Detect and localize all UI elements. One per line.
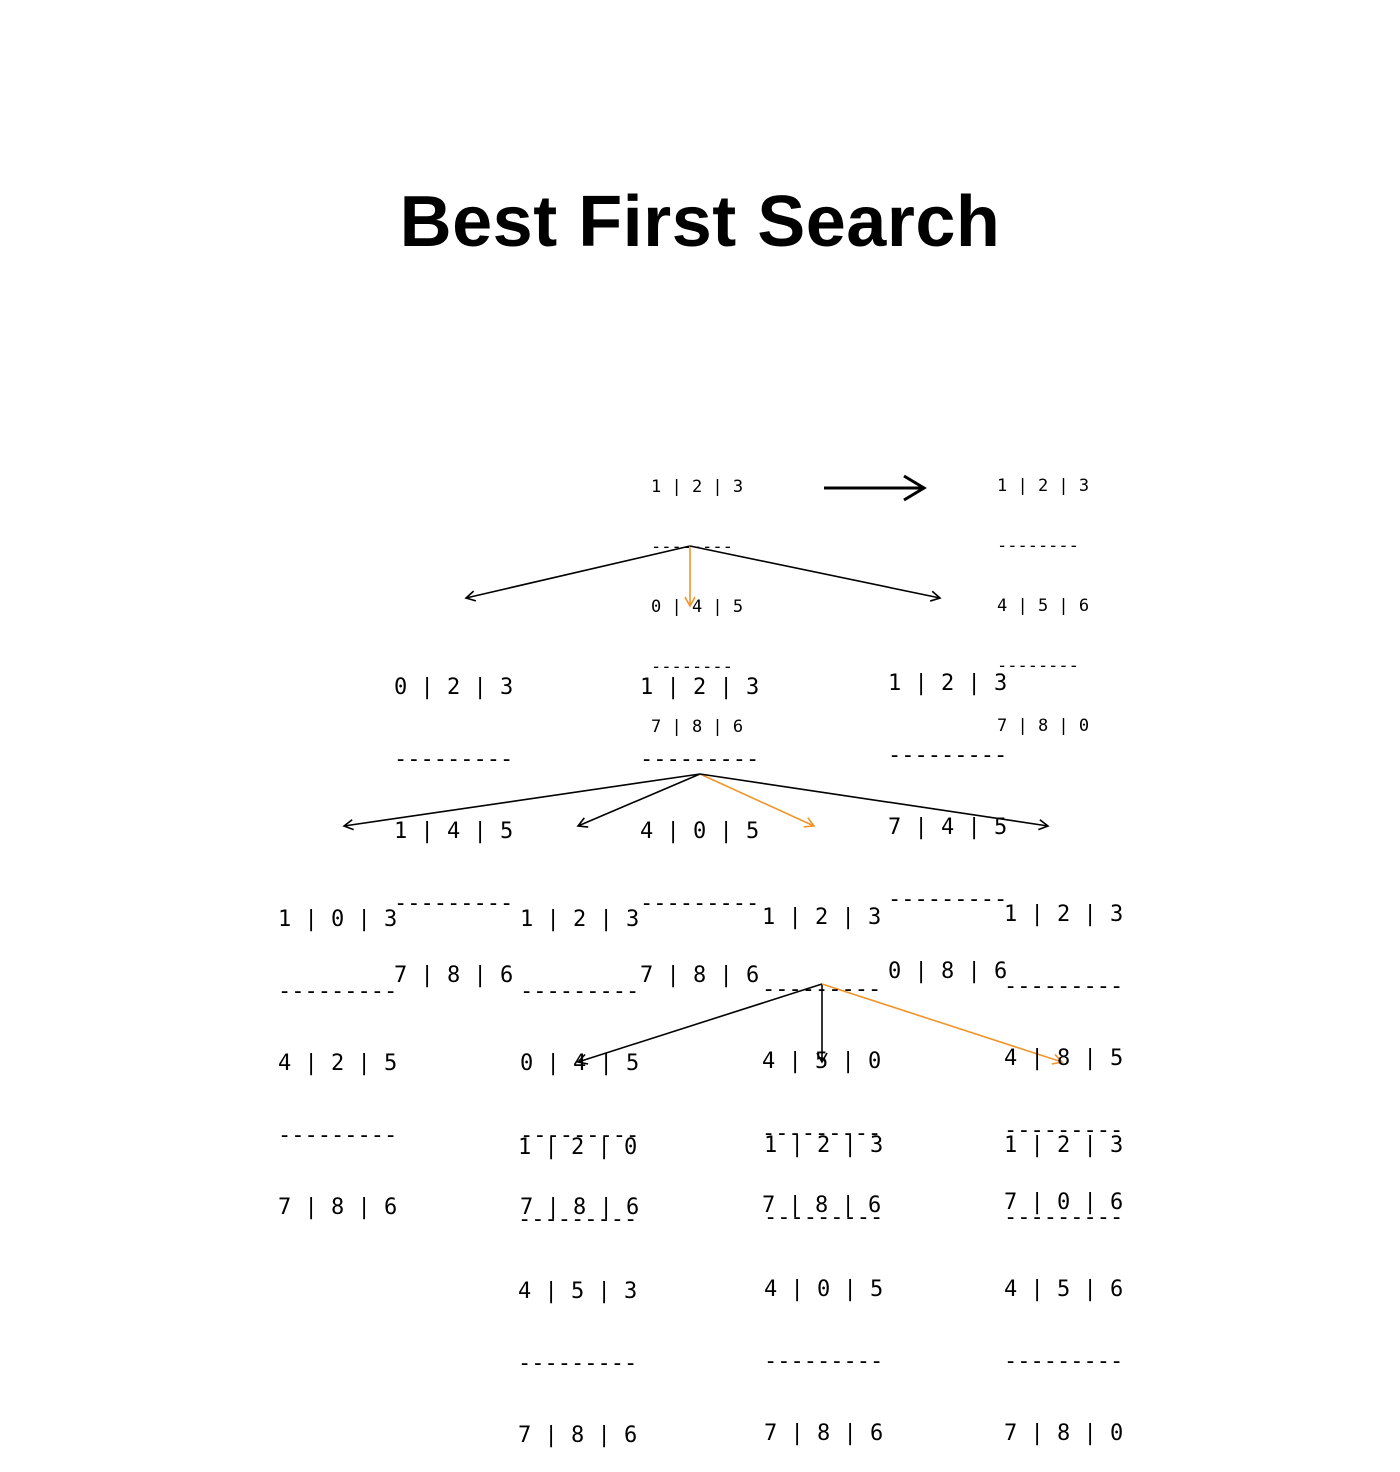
board-row: 7 | 8 | 0 (1004, 1421, 1124, 1446)
board-separator: --------- (888, 743, 1008, 768)
board-row: 0 | 4 | 5 (520, 1051, 640, 1076)
board-l1-right: 1 | 2 | 3 --------- 7 | 4 | 5 --------- … (888, 624, 1007, 1008)
start-to-goal-arrow (824, 474, 927, 502)
board-row: 7 | 8 | 6 (640, 963, 760, 988)
board-row: 4 | 2 | 5 (278, 1051, 398, 1076)
board-row: 7 | 8 | 0 (997, 716, 1090, 736)
board-row: 4 | 0 | 5 (764, 1277, 884, 1302)
board-row: 1 | 2 | 3 (651, 477, 744, 497)
board-goal: 1 | 2 | 3 -------- 4 | 5 | 6 -------- 7 … (997, 436, 1089, 756)
board-row: 0 | 2 | 3 (394, 675, 514, 700)
board-l3-c: 1 | 2 | 3 --------- 4 | 5 | 6 --------- … (1004, 1086, 1123, 1470)
board-row: 1 | 2 | 3 (762, 905, 882, 930)
board-l1-left: 0 | 2 | 3 --------- 1 | 4 | 5 --------- … (394, 628, 513, 1012)
board-row: 1 | 2 | 3 (888, 671, 1008, 696)
board-l1-mid: 1 | 2 | 3 --------- 4 | 0 | 5 --------- … (640, 628, 759, 1012)
board-separator: --------- (640, 747, 760, 772)
board-separator: --------- (394, 747, 514, 772)
board-separator: -------- (651, 537, 733, 557)
board-separator: --------- (1004, 974, 1124, 999)
board-separator: --------- (764, 1205, 884, 1230)
board-row: 1 | 2 | 3 (1004, 902, 1124, 927)
board-separator: --------- (278, 979, 398, 1004)
board-row: 0 | 4 | 5 (651, 597, 744, 617)
board-separator: --------- (394, 891, 514, 916)
board-row: 1 | 2 | 3 (997, 476, 1090, 496)
board-l3-a: 1 | 2 | 0 --------- 4 | 5 | 3 --------- … (518, 1088, 637, 1472)
board-l2-a: 1 | 0 | 3 --------- 4 | 2 | 5 --------- … (278, 860, 397, 1244)
board-row: 1 | 2 | 0 (518, 1135, 638, 1160)
board-separator: --------- (520, 979, 640, 1004)
board-row: 4 | 0 | 5 (640, 819, 760, 844)
board-separator: --------- (888, 887, 1008, 912)
board-row: 4 | 5 | 6 (997, 596, 1090, 616)
board-row: 7 | 8 | 6 (278, 1195, 398, 1220)
board-row: 4 | 5 | 0 (762, 1049, 882, 1074)
board-separator: --------- (764, 1349, 884, 1374)
board-row: 1 | 0 | 3 (278, 907, 398, 932)
board-separator: --------- (1004, 1349, 1124, 1374)
board-row: 1 | 2 | 3 (520, 907, 640, 932)
board-separator: --------- (518, 1207, 638, 1232)
board-row: 1 | 4 | 5 (394, 819, 514, 844)
board-l3-b: 1 | 2 | 3 --------- 4 | 0 | 5 --------- … (764, 1086, 883, 1470)
board-separator: --------- (518, 1351, 638, 1376)
board-row: 7 | 8 | 6 (518, 1423, 638, 1448)
board-row: 4 | 8 | 5 (1004, 1046, 1124, 1071)
board-separator: -------- (997, 656, 1079, 676)
board-row: 1 | 2 | 3 (1004, 1133, 1124, 1158)
board-separator: --------- (640, 891, 760, 916)
board-separator: -------- (997, 536, 1079, 556)
board-separator: --------- (1004, 1205, 1124, 1230)
board-row: 7 | 4 | 5 (888, 815, 1008, 840)
board-row: 7 | 8 | 6 (394, 963, 514, 988)
board-row: 4 | 5 | 3 (518, 1279, 638, 1304)
board-row: 7 | 8 | 6 (764, 1421, 884, 1446)
board-separator: --------- (762, 977, 882, 1002)
board-row: 0 | 8 | 6 (888, 959, 1008, 984)
board-separator: --------- (278, 1123, 398, 1148)
board-row: 1 | 2 | 3 (640, 675, 760, 700)
board-row: 1 | 2 | 3 (764, 1133, 884, 1158)
board-row: 4 | 5 | 6 (1004, 1277, 1124, 1302)
